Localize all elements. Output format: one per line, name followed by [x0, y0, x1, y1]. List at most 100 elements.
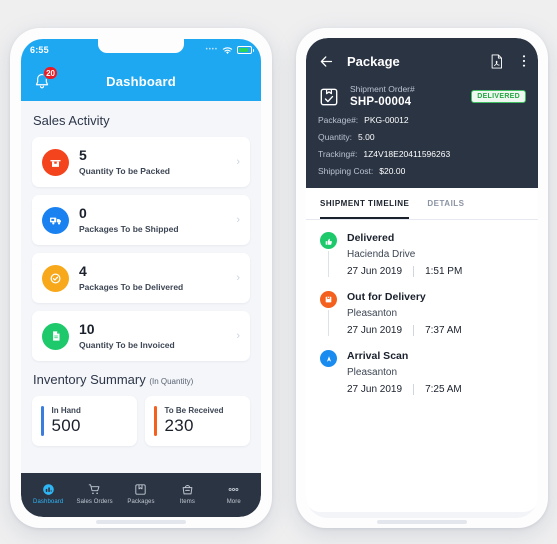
- timeline-title: Out for Delivery: [347, 291, 426, 303]
- package-icon: [135, 483, 147, 495]
- nav-item-more[interactable]: More: [212, 482, 256, 505]
- mockup-stage: 6:55 •••• 20 Dashboard Sales Activity 5 …: [0, 0, 557, 544]
- field-shipping-cost: Shipping Cost: $20.00: [318, 166, 526, 176]
- stat-card-packages-to-be-delivered[interactable]: 4 Packages To be Delivered ›: [32, 253, 250, 303]
- inventory-cards: In Hand 500 To Be Received 230: [32, 396, 250, 446]
- accent-bar: [154, 406, 157, 436]
- timeline-gutter: [320, 291, 337, 336]
- field-tracking-number: Tracking#: 1Z4V18E20411596263: [318, 149, 526, 159]
- timeline-datetime: 27 Jun 2019 1:51 PM: [347, 266, 524, 277]
- timeline-connector: [327, 310, 330, 336]
- status-time: 6:55: [30, 45, 49, 55]
- timeline-time: 1:51 PM: [425, 266, 463, 277]
- page-title: Dashboard: [106, 73, 176, 89]
- timeline-location: Hacienda Drive: [347, 249, 416, 260]
- divider: [413, 384, 415, 395]
- document-icon: [42, 322, 69, 350]
- timeline-item-out-for-delivery[interactable]: Out for Delivery Pleasanton 27 Jun 2019 …: [320, 291, 524, 350]
- stat-label: Packages To be Shipped: [79, 223, 179, 234]
- overflow-menu-icon[interactable]: [522, 53, 526, 69]
- nav-item-sales-orders[interactable]: Sales Orders: [73, 482, 117, 505]
- timeline-item-delivered[interactable]: Delivered Hacienda Drive 27 Jun 2019 1:5…: [320, 232, 524, 291]
- sales-activity-heading: Sales Activity: [33, 113, 110, 128]
- check-circle-icon: [42, 264, 69, 292]
- field-key: Quantity:: [318, 132, 353, 142]
- accent-bar: [41, 406, 44, 436]
- stat-value: 4: [79, 263, 87, 280]
- inventory-label: To Be Received: [164, 406, 224, 415]
- notch: [98, 39, 184, 53]
- timeline-time: 7:25 AM: [425, 384, 462, 395]
- shipment-order-value: SHP-00004: [350, 96, 412, 108]
- nav-item-packages[interactable]: Packages: [119, 482, 163, 505]
- timeline-datetime: 27 Jun 2019 7:25 AM: [347, 384, 524, 395]
- package-fields: Package#: PKG-00012 Quantity: 5.00 Track…: [318, 115, 526, 176]
- inventory-card-in-hand[interactable]: In Hand 500: [32, 396, 137, 446]
- phone-device-right: Package Shipment Order# SHP-00004 DELIVE…: [296, 28, 548, 528]
- stat-value: 5: [79, 147, 87, 164]
- status-indicators: ••••: [205, 46, 254, 55]
- stat-card-packages-to-be-shipped[interactable]: 0 Packages To be Shipped ›: [32, 195, 250, 245]
- dashboard-icon: [42, 483, 54, 495]
- inventory-summary-heading: Inventory Summary (In Quantity): [33, 372, 250, 387]
- nav-item-dashboard[interactable]: Dashboard: [26, 482, 70, 505]
- status-bar: 6:55 ••••: [21, 39, 261, 61]
- timeline-location: Pleasanton: [347, 308, 398, 319]
- home-indicator: [96, 520, 186, 524]
- wifi-icon: [222, 46, 233, 54]
- chevron-right-icon: ›: [236, 272, 240, 284]
- timeline-item-arrival-scan[interactable]: Arrival Scan Pleasanton 27 Jun 2019 7:25…: [320, 350, 524, 409]
- shipment-order-row: Shipment Order# SHP-00004 DELIVERED: [318, 84, 526, 108]
- phone-screen-dashboard: 6:55 •••• 20 Dashboard Sales Activity 5 …: [21, 39, 261, 517]
- stat-card-quantity-to-be-invoiced[interactable]: 10 Quantity To be Invoiced ›: [32, 311, 250, 361]
- bottom-navigation: Dashboard Sales Orders Packages Items Mo…: [21, 473, 261, 517]
- timeline-gutter: [320, 232, 337, 277]
- inventory-value: 230: [164, 416, 194, 435]
- stat-value: 10: [79, 321, 95, 338]
- cart-icon: [88, 483, 100, 494]
- notification-bell-button[interactable]: 20: [32, 66, 58, 93]
- nav-label: Sales Orders: [76, 498, 113, 505]
- thumbs-up-icon: [320, 232, 337, 249]
- stat-card-quantity-to-be-packed[interactable]: 5 Quantity To be Packed ›: [32, 137, 250, 187]
- nav-label: More: [226, 498, 241, 505]
- inventory-card-to-be-received[interactable]: To Be Received 230: [145, 396, 250, 446]
- more-dots-icon: [228, 487, 239, 491]
- basket-icon: [182, 484, 193, 494]
- home-indicator: [377, 520, 467, 524]
- inventory-value: 500: [51, 416, 81, 435]
- nav-item-items[interactable]: Items: [165, 482, 209, 505]
- stat-label: Packages To be Delivered: [79, 281, 184, 292]
- field-key: Shipping Cost:: [318, 166, 374, 176]
- status-badge: DELIVERED: [471, 89, 526, 103]
- chevron-right-icon: ›: [236, 214, 240, 226]
- stat-label: Quantity To be Packed: [79, 165, 171, 176]
- timeline-gutter: [320, 350, 337, 395]
- pdf-document-icon[interactable]: [489, 53, 504, 70]
- signal-dots-icon: ••••: [205, 47, 218, 53]
- field-key: Package#:: [318, 115, 359, 125]
- tab-shipment-timeline[interactable]: SHIPMENT TIMELINE: [320, 188, 410, 219]
- timeline-datetime: 27 Jun 2019 7:37 AM: [347, 325, 524, 336]
- back-arrow-icon[interactable]: [318, 53, 335, 70]
- package-tabs: SHIPMENT TIMELINE DETAILS: [306, 188, 538, 220]
- timeline-time: 7:37 AM: [425, 325, 462, 336]
- timeline-title: Delivered: [347, 232, 395, 244]
- notification-badge: 20: [43, 66, 58, 80]
- dashboard-content: Sales Activity 5 Quantity To be Packed ›: [21, 101, 261, 517]
- phone-device-left: 6:55 •••• 20 Dashboard Sales Activity 5 …: [10, 28, 272, 528]
- divider: [413, 325, 415, 336]
- tab-details[interactable]: DETAILS: [427, 188, 464, 219]
- timeline-date: 27 Jun 2019: [347, 384, 403, 395]
- shipment-order-label: Shipment Order#: [350, 84, 415, 94]
- shipment-box-check-icon: [320, 88, 338, 106]
- timeline-title: Arrival Scan: [347, 350, 409, 362]
- shipment-timeline-list: Delivered Hacienda Drive 27 Jun 2019 1:5…: [306, 220, 538, 512]
- timeline-location: Pleasanton: [347, 367, 398, 378]
- nav-label: Packages: [127, 498, 155, 505]
- inventory-summary-subtitle: (In Quantity): [149, 377, 194, 386]
- field-package-number: Package#: PKG-00012: [318, 115, 526, 125]
- field-quantity: Quantity: 5.00: [318, 132, 526, 142]
- timeline-date: 27 Jun 2019: [347, 266, 403, 277]
- inventory-summary-title: Inventory Summary: [33, 372, 146, 387]
